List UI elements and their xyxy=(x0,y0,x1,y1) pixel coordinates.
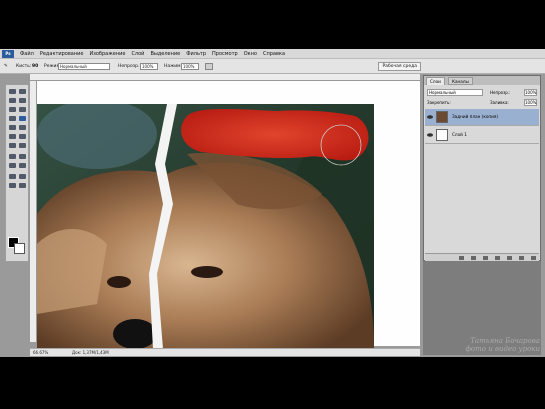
fill-label: Заливка: xyxy=(490,100,509,105)
menu-filter[interactable]: Фильтр xyxy=(183,51,209,57)
layer-opacity-field[interactable]: 100% xyxy=(524,89,537,96)
watermark-line-2: фото и видео уроки xyxy=(465,345,540,353)
new-layer-icon[interactable] xyxy=(519,256,524,260)
lock-label: Закрепить: xyxy=(427,100,451,105)
dodge-tool-icon[interactable] xyxy=(18,142,27,149)
slice-tool-icon[interactable] xyxy=(18,106,27,113)
eye-icon[interactable] xyxy=(427,132,433,138)
blend-mode-select[interactable]: Нормальный xyxy=(427,89,483,96)
toolbox xyxy=(5,84,29,262)
watermark: Татьяна Бочарова фото и видео уроки xyxy=(440,337,540,353)
watermark-line-1: Татьяна Бочарова xyxy=(470,337,540,345)
layer-name[interactable]: Задний план (копия) xyxy=(452,114,498,119)
menu-edit[interactable]: Редактирование xyxy=(37,51,87,57)
adjustment-layer-icon[interactable] xyxy=(495,256,500,260)
menu-help[interactable]: Справка xyxy=(260,51,288,57)
lasso-tool-icon[interactable] xyxy=(8,97,17,104)
status-bar: 66.67% Док: 1,37М/1,43М xyxy=(30,348,420,356)
tab-channels[interactable]: Каналы xyxy=(448,77,473,85)
menu-window[interactable]: Окно xyxy=(241,51,260,57)
link-layers-icon[interactable] xyxy=(459,256,464,260)
zoom-tool-icon[interactable] xyxy=(18,182,27,189)
workspace-button[interactable]: Рабочая среда xyxy=(378,62,421,71)
menu-image[interactable]: Изображение xyxy=(86,51,128,57)
gradient-tool-icon[interactable] xyxy=(18,133,27,140)
layer-thumbnail xyxy=(436,129,448,141)
airbrush-icon[interactable] xyxy=(205,63,213,70)
layers-footer xyxy=(425,253,539,261)
fill-field[interactable]: 100% xyxy=(524,99,537,106)
layer-row-layer-1[interactable]: Слой 1 xyxy=(425,127,539,144)
layers-panel: Слои Каналы Нормальный Непрозр.: 100% За… xyxy=(423,75,541,261)
panel-dock: Слои Каналы Нормальный Непрозр.: 100% За… xyxy=(423,75,541,355)
history-brush-tool-icon[interactable] xyxy=(18,124,27,131)
eyedropper-tool-icon[interactable] xyxy=(18,173,27,180)
hand-tool-icon[interactable] xyxy=(8,182,17,189)
dog-photo[interactable] xyxy=(37,104,374,349)
menu-file[interactable]: Файл xyxy=(17,51,37,57)
path-selection-tool-icon[interactable] xyxy=(8,153,17,160)
eraser-tool-icon[interactable] xyxy=(8,133,17,140)
menu-layer[interactable]: Слой xyxy=(128,51,147,57)
opacity-field[interactable]: 100% xyxy=(140,63,158,70)
notes-tool-icon[interactable] xyxy=(8,173,17,180)
flow-field[interactable]: 100% xyxy=(181,63,199,70)
shape-tool-icon[interactable] xyxy=(18,162,27,169)
layer-style-icon[interactable] xyxy=(471,256,476,260)
mode-select[interactable]: Нормальный xyxy=(58,63,110,70)
eye-icon[interactable] xyxy=(427,114,433,120)
menu-bar: Ps Файл Редактирование Изображение Слой … xyxy=(0,49,545,59)
left-ruler xyxy=(30,81,37,342)
healing-brush-tool-icon[interactable] xyxy=(8,115,17,122)
menu-select[interactable]: Выделение xyxy=(147,51,183,57)
flow-label: Нажим: xyxy=(164,64,183,69)
tab-layers[interactable]: Слои xyxy=(426,77,445,85)
type-tool-icon[interactable] xyxy=(18,153,27,160)
photoshop-logo-icon: Ps xyxy=(2,49,14,58)
brush-tool-preset-icon[interactable]: ✎ xyxy=(4,62,8,71)
brush-size-value[interactable]: 90 xyxy=(32,62,38,71)
zoom-level[interactable]: 66.67% xyxy=(33,349,48,356)
add-mask-icon[interactable] xyxy=(483,256,488,260)
opacity-label: Непрозр.: xyxy=(118,64,141,69)
move-tool-icon[interactable] xyxy=(8,88,17,95)
layer-thumbnail xyxy=(436,111,448,123)
trash-icon[interactable] xyxy=(531,256,536,260)
video-frame: Ps Файл Редактирование Изображение Слой … xyxy=(0,0,545,409)
marquee-tool-icon[interactable] xyxy=(18,88,27,95)
brush-tool-icon[interactable] xyxy=(18,115,27,122)
dog-photo-image xyxy=(37,104,374,349)
crop-tool-icon[interactable] xyxy=(8,106,17,113)
layers-panel-tabs: Слои Каналы xyxy=(424,76,540,85)
top-ruler xyxy=(30,74,420,81)
magic-wand-tool-icon[interactable] xyxy=(18,97,27,104)
clone-stamp-tool-icon[interactable] xyxy=(8,124,17,131)
layer-opacity-label: Непрозр.: xyxy=(490,90,511,95)
options-bar: ✎ Кисть: 90 Режим: Нормальный Непрозр.: … xyxy=(0,59,545,74)
background-color-swatch[interactable] xyxy=(14,243,25,254)
layer-name[interactable]: Слой 1 xyxy=(452,132,467,137)
new-group-icon[interactable] xyxy=(507,256,512,260)
photoshop-window: Ps Файл Редактирование Изображение Слой … xyxy=(0,49,545,357)
pen-tool-icon[interactable] xyxy=(8,162,17,169)
menu-view[interactable]: Просмотр xyxy=(209,51,241,57)
layer-row-background-copy[interactable]: Задний план (копия) xyxy=(425,109,539,126)
brush-label: Кисть: xyxy=(16,64,32,69)
document-info[interactable]: Док: 1,37М/1,43М xyxy=(72,349,109,356)
blur-tool-icon[interactable] xyxy=(8,142,17,149)
